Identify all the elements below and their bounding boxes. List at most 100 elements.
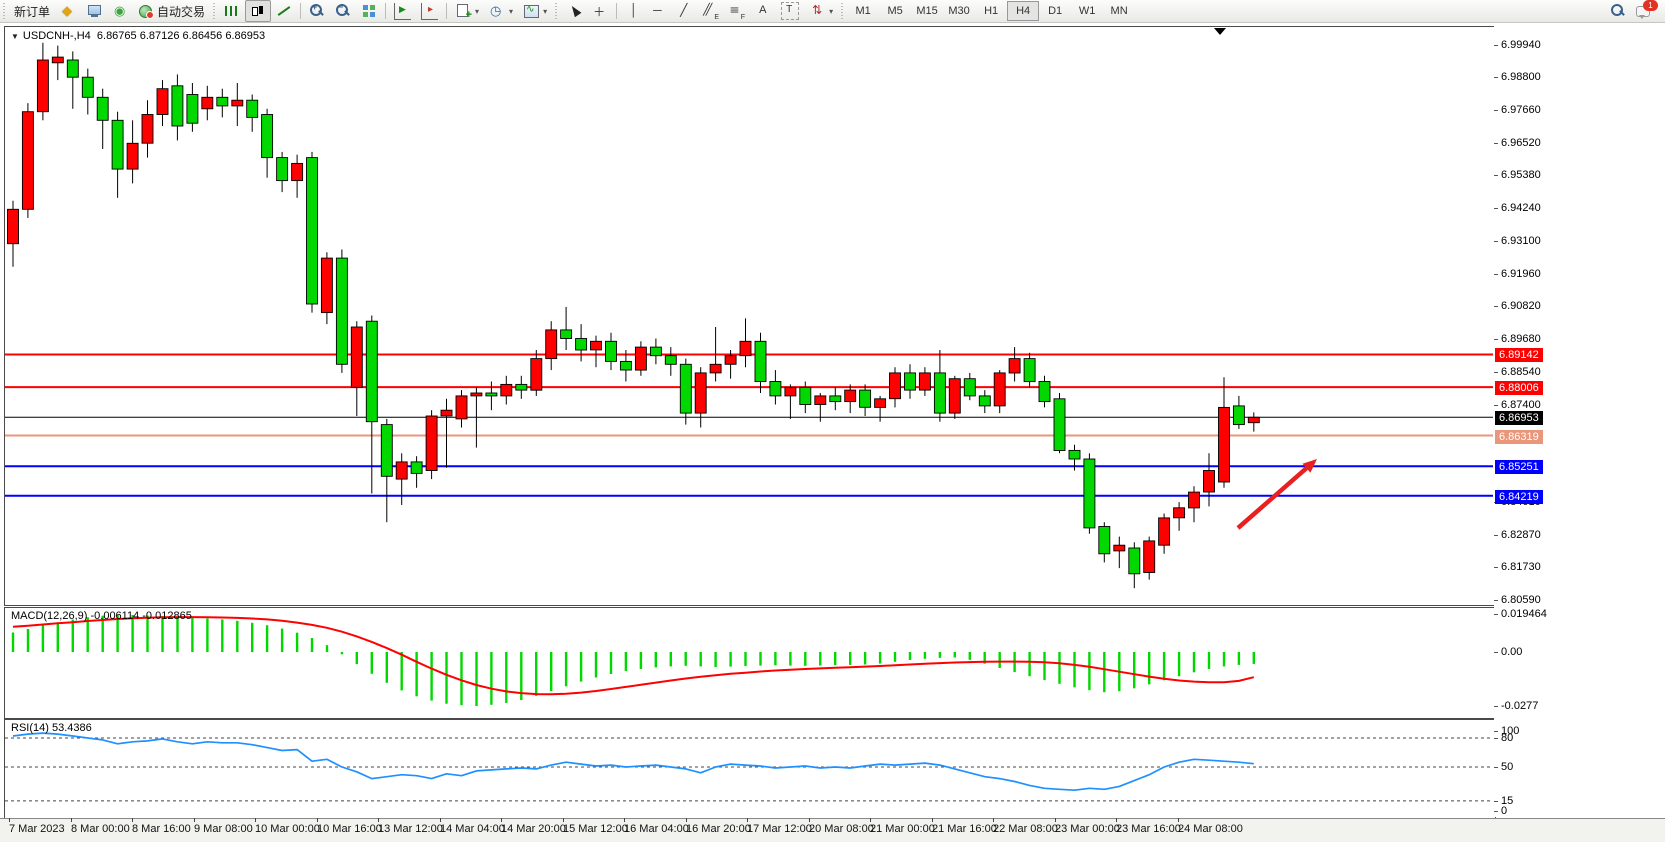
new-chart-button[interactable]: ▾ [450, 0, 484, 22]
fibonacci-tool-button[interactable] [724, 0, 750, 22]
time-axis-label: 23 Mar 16:00 [1116, 823, 1181, 835]
rsi-axis-tick: 0 [1497, 805, 1507, 817]
bar-chart-button[interactable] [219, 0, 245, 22]
macd-hist-bar [445, 652, 447, 704]
macd-hist-bar [640, 652, 642, 669]
time-axis-label: 13 Mar 12:00 [378, 823, 443, 835]
timeframe-m5-button[interactable]: M5 [879, 1, 911, 21]
arrows-tool-button[interactable]: ▾ [804, 0, 838, 22]
mt4-window: 新订单 自动交易 ▾ ▾ ▾ ▾ [0, 0, 1665, 842]
candle-body [591, 341, 602, 350]
chart-shift-button[interactable] [416, 0, 443, 22]
timeframe-m30-button[interactable]: M30 [943, 1, 975, 21]
macd-axis-tick: 0.019464 [1497, 608, 1547, 620]
rsi-pane[interactable]: RSI(14) 53.4386 [4, 719, 1496, 819]
equidistant-channel-icon [703, 3, 719, 19]
price-axis-tick: 6.99940 [1497, 39, 1541, 51]
macd-hist-bar [789, 652, 791, 666]
candle-body [187, 95, 198, 124]
macd-hist-bar [236, 621, 238, 652]
candle-body [964, 379, 975, 396]
terminal-button[interactable] [81, 0, 107, 22]
price-axis[interactable]: 6.999406.988006.976606.965206.953806.942… [1494, 26, 1665, 817]
price-badge-6.89142: 6.89142 [1495, 348, 1543, 362]
candle-body [37, 60, 48, 112]
timeframe-w1-button[interactable]: W1 [1071, 1, 1103, 21]
rsi-canvas[interactable] [5, 720, 1493, 816]
collapse-triangle-icon[interactable]: ▼ [11, 32, 19, 41]
macd-hist-bar [999, 652, 1001, 668]
macd-hist-bar [909, 652, 911, 660]
candle-body [1248, 417, 1259, 422]
macd-hist-bar [1133, 652, 1135, 688]
timeframe-h1-button[interactable]: H1 [975, 1, 1007, 21]
tile-windows-button[interactable] [356, 0, 382, 22]
bar-chart-icon [224, 3, 240, 19]
crosshair-tool-button[interactable] [587, 0, 613, 22]
price-chart-canvas[interactable] [5, 27, 1493, 603]
horizontal-line-tool-button[interactable] [646, 0, 672, 22]
macd-hist-bar [1103, 652, 1105, 692]
macd-pane[interactable]: MACD(12,26,9) -0.006114 -0.012865 [4, 607, 1496, 719]
candle-body [142, 115, 153, 144]
time-axis-label: 15 Mar 12:00 [563, 823, 628, 835]
zoom-in-button[interactable] [304, 0, 330, 22]
channel-tool-button[interactable] [698, 0, 724, 22]
candle-body [1114, 545, 1125, 551]
toolbar-grip [2, 3, 7, 19]
signals-button[interactable] [107, 0, 133, 22]
macd-hist-bar [430, 652, 432, 701]
candle-body [531, 359, 542, 391]
periods-button[interactable]: ▾ [484, 0, 518, 22]
text-tool-button[interactable] [750, 0, 776, 22]
vertical-line-icon [625, 3, 641, 19]
candle-body [1233, 406, 1244, 425]
candle-body [22, 112, 33, 210]
text-label-tool-button[interactable] [776, 0, 804, 22]
macd-hist-bar [954, 652, 956, 658]
new-order-button[interactable]: 新订单 [9, 0, 55, 22]
horizontal-line-icon [651, 3, 667, 19]
candlestick-chart-button[interactable] [245, 0, 271, 22]
time-axis-label: 7 Mar 2023 [9, 823, 65, 835]
candle-body [501, 384, 512, 396]
macd-hist-bar [565, 652, 567, 686]
template-button[interactable]: ▾ [518, 0, 552, 22]
chart-title: ▼USDCNH-,H4 6.86765 6.87126 6.86456 6.86… [11, 30, 265, 42]
auto-scroll-button[interactable] [389, 0, 416, 22]
trendline-tool-button[interactable] [672, 0, 698, 22]
timeframe-d1-button[interactable]: D1 [1039, 1, 1071, 21]
dropdown-caret-icon: ▾ [509, 7, 513, 16]
candle-body [561, 330, 572, 339]
macd-hist-bar [819, 652, 821, 666]
tile-windows-icon [361, 3, 377, 19]
candle-body [725, 356, 736, 365]
notifications-button[interactable]: 1 [1631, 0, 1657, 22]
chart-ohlc-quotes: 6.86765 6.87126 6.86456 6.86953 [97, 30, 265, 42]
candle-body [1039, 382, 1050, 402]
history-center-button[interactable] [55, 0, 81, 22]
macd-hist-bar [281, 629, 283, 652]
timeframe-m15-button[interactable]: M15 [911, 1, 943, 21]
candle-body [202, 97, 213, 109]
cursor-tool-button[interactable] [561, 0, 587, 22]
price-badge-6.86953: 6.86953 [1495, 411, 1543, 425]
price-chart-pane[interactable]: ▼USDCNH-,H4 6.86765 6.87126 6.86456 6.86… [4, 26, 1496, 606]
timeframe-m1-button[interactable]: M1 [847, 1, 879, 21]
time-axis[interactable]: 7 Mar 20238 Mar 00:008 Mar 16:009 Mar 08… [0, 818, 1665, 842]
vertical-line-tool-button[interactable] [620, 0, 646, 22]
auto-trading-button[interactable]: 自动交易 [133, 0, 210, 22]
timeframe-mn-button[interactable]: MN [1103, 1, 1135, 21]
candle-body [336, 258, 347, 364]
line-chart-button[interactable] [271, 0, 297, 22]
zoom-out-button[interactable] [330, 0, 356, 22]
macd-canvas[interactable] [5, 608, 1493, 716]
search-button[interactable] [1605, 0, 1631, 22]
candle-body [366, 321, 377, 422]
macd-hist-bar [774, 652, 776, 665]
candle-body [217, 97, 228, 106]
candle-body [650, 347, 661, 356]
time-axis-label: 21 Mar 00:00 [870, 823, 935, 835]
timeframe-h4-button[interactable]: H4 [1007, 1, 1039, 21]
macd-hist-bar [1163, 652, 1165, 680]
